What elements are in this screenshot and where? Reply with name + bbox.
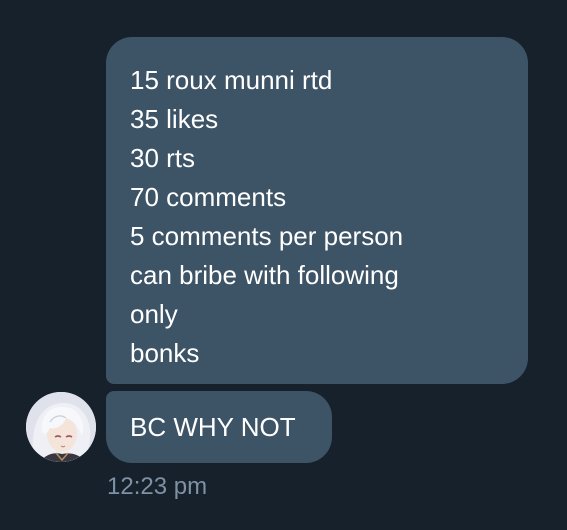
anime-character-avatar-icon (26, 392, 96, 462)
sender-avatar[interactable] (26, 392, 96, 462)
message-line-6: can bribe with following (130, 260, 399, 290)
message-line-7: only (130, 299, 178, 329)
message-bubble-1[interactable]: 15 roux munni rtd 35 likes 30 rts 70 com… (106, 37, 528, 384)
message-line-2: 35 likes (130, 104, 219, 134)
message-line-1: 15 roux munni rtd (130, 65, 333, 95)
message-timestamp: 12:23 pm (107, 473, 208, 500)
message-line-3: 30 rts (130, 143, 196, 173)
message-line-5: 5 comments per person (130, 221, 404, 251)
message-line-8: bonks (130, 338, 200, 368)
message-line-4: 70 comments (130, 182, 287, 212)
message-bubble-2[interactable]: BC WHY NOT (106, 391, 332, 463)
